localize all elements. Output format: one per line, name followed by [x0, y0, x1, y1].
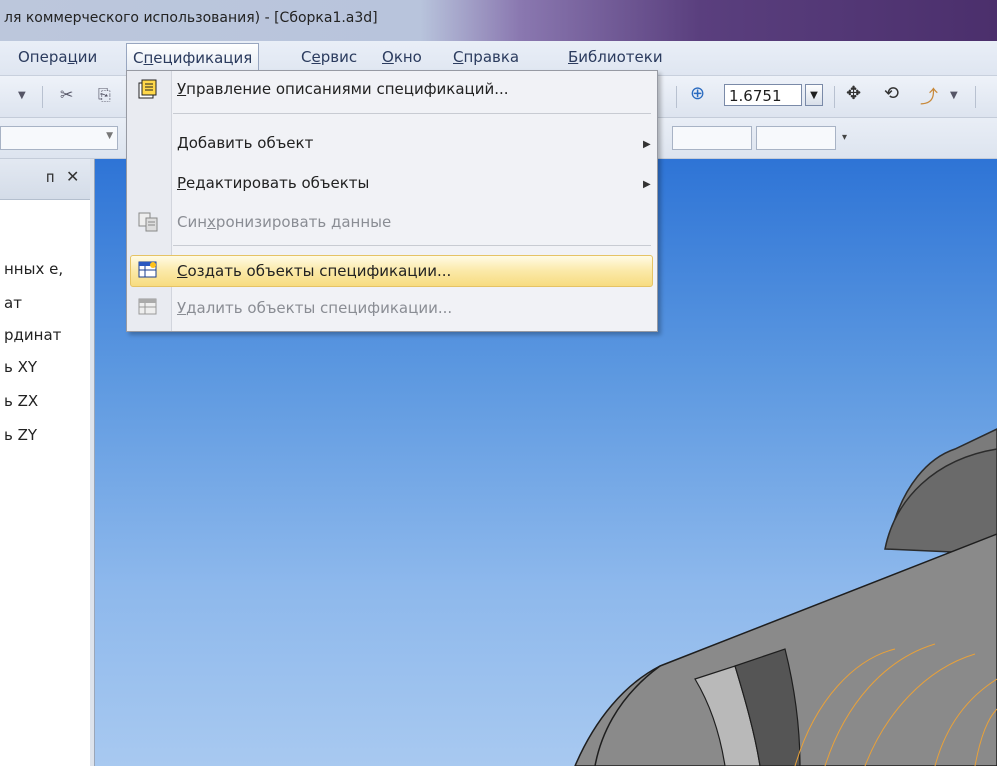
- create-spec-objects-icon: [138, 261, 157, 278]
- sync-data-icon: [138, 212, 158, 232]
- menu-operations[interactable]: Операции: [18, 48, 97, 66]
- title-bar: ля коммерческого использования) - [Сборк…: [0, 0, 997, 41]
- submenu-arrow-icon: ▶: [643, 179, 651, 190]
- menu-service[interactable]: Сервис: [301, 48, 357, 66]
- properties-combo[interactable]: ▼: [0, 126, 118, 150]
- menu-item-edit-objects[interactable]: Редактировать объекты: [177, 174, 369, 192]
- menu-separator: [173, 245, 651, 246]
- chevron-down-icon[interactable]: ▼: [18, 90, 26, 101]
- menu-icon-gutter: [127, 71, 172, 331]
- close-icon[interactable]: ✕: [66, 167, 79, 186]
- menu-libraries[interactable]: Библиотеки: [568, 48, 663, 66]
- zoom-dropdown-button[interactable]: ▼: [805, 84, 823, 106]
- menu-item-sync-data: Синхронизировать данные: [177, 213, 392, 231]
- spec-descriptions-icon: [138, 79, 157, 99]
- zoom-scale-input[interactable]: 1.6751: [724, 84, 802, 106]
- toolbar-separator: [676, 86, 677, 108]
- toolbar-separator: [975, 86, 976, 108]
- toolbar-overflow-icon[interactable]: ▾: [842, 132, 847, 143]
- menu-item-create-spec-objects[interactable]: Создать объекты спецификации...: [177, 262, 451, 280]
- specification-menu: Управление описаниями спецификаций... До…: [126, 70, 658, 332]
- toolbar-separator: [834, 86, 835, 108]
- menu-window[interactable]: Окно: [382, 48, 422, 66]
- zoom-icon[interactable]: ⊕: [690, 83, 705, 104]
- parameter-field-2[interactable]: [756, 126, 836, 150]
- chevron-down-icon: ▼: [106, 131, 113, 141]
- menu-item-manage-spec-descriptions[interactable]: Управление описаниями спецификаций...: [177, 80, 509, 98]
- menu-specification[interactable]: Спецификация: [126, 43, 260, 72]
- model-tree-panel: ᴨ ✕ нных е, ат рдинат ь XY ь ZX ь ZY: [0, 159, 91, 766]
- chevron-down-icon[interactable]: ▼: [950, 90, 958, 101]
- panel-header: ᴨ ✕: [0, 159, 90, 200]
- copy-icon[interactable]: ⎘: [98, 85, 111, 105]
- orientation-icon[interactable]: ⤴: [920, 83, 938, 109]
- parameter-field-1[interactable]: [672, 126, 752, 150]
- toolbar-separator: [42, 86, 43, 108]
- tree-item[interactable]: нных е,: [4, 260, 88, 278]
- tree-item[interactable]: ь ZY: [4, 426, 88, 444]
- pin-icon[interactable]: ᴨ: [46, 168, 54, 186]
- menu-item-add-object[interactable]: Добавить объект: [177, 134, 313, 152]
- tree-item[interactable]: ь ZX: [4, 392, 88, 410]
- rotate-icon[interactable]: ⟲: [884, 83, 899, 104]
- tree-item[interactable]: ат: [4, 294, 88, 312]
- cut-icon[interactable]: ✂: [60, 85, 73, 104]
- menu-item-delete-spec-objects: Удалить объекты спецификации...: [177, 299, 453, 317]
- window-title: ля коммерческого использования) - [Сборк…: [4, 10, 378, 26]
- menu-separator: [173, 113, 651, 114]
- tree-item[interactable]: ь XY: [4, 358, 88, 376]
- submenu-arrow-icon: ▶: [643, 139, 651, 150]
- pan-icon[interactable]: ✥: [846, 83, 861, 104]
- delete-spec-objects-icon: [138, 298, 157, 315]
- menu-help[interactable]: Справка: [453, 48, 519, 66]
- tree-item[interactable]: рдинат: [4, 326, 88, 344]
